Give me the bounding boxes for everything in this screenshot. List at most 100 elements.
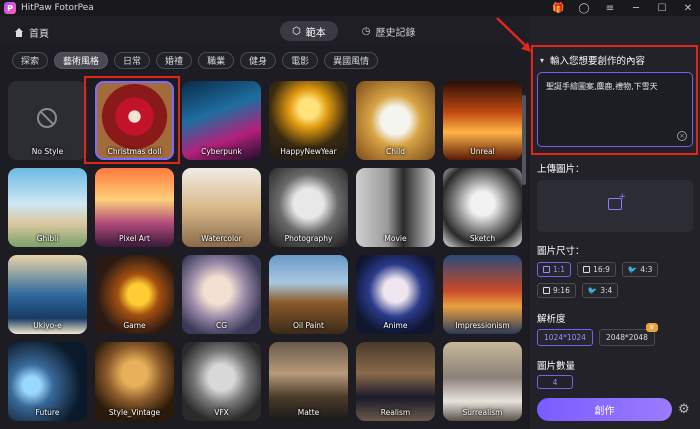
style-card-label: Surrealism <box>462 408 503 417</box>
no-style-icon <box>37 108 57 128</box>
style-card-label: Photography <box>284 234 333 243</box>
window-controls: 🎁 ◯ ≡ ─ ☐ ✕ <box>552 0 694 16</box>
prompt-textarea[interactable]: 聖誕手繪圖案,麋鹿,禮物,下雪天 × <box>537 72 693 147</box>
style-card-label: Game <box>123 321 146 330</box>
style-card[interactable]: Future <box>8 342 87 421</box>
style-card[interactable]: Matte <box>269 342 348 421</box>
ratio-label: 1:1 <box>553 265 566 274</box>
style-card-label: Watercolor <box>201 234 242 243</box>
style-card[interactable]: Photography <box>269 168 348 247</box>
style-card[interactable]: CG <box>182 255 261 334</box>
chip-daily[interactable]: 日常 <box>114 52 151 69</box>
chip-fitness[interactable]: 健身 <box>240 52 277 69</box>
ratio-4-3[interactable]: 🐦 4:3 <box>621 262 659 277</box>
style-card-label: No Style <box>31 147 64 156</box>
chip-art-style[interactable]: 藝術風格 <box>54 52 109 69</box>
ratio-options: 1:1 16:9 🐦 4:3 9:16 🐦 3:4 <box>537 262 697 298</box>
chip-wedding[interactable]: 婚禮 <box>156 52 193 69</box>
landscape-icon <box>583 266 591 273</box>
style-card[interactable]: Watercolor <box>182 168 261 247</box>
create-button[interactable]: 創作 <box>537 398 672 421</box>
chevron-down-icon: ▾ <box>540 55 545 65</box>
resolution-2048[interactable]: 2048*2048 ♛ <box>598 323 658 346</box>
style-card[interactable]: Ukiyo-e <box>8 255 87 334</box>
tab-label: 範本 <box>305 27 326 39</box>
style-card[interactable]: Ghibli <box>8 168 87 247</box>
style-card-label: Ukiyo-e <box>33 321 62 330</box>
twitter-icon: 🐦 <box>627 265 638 274</box>
upload-image-area[interactable] <box>537 180 693 232</box>
style-card[interactable]: Cyberpunk <box>182 81 261 160</box>
chip-exotic[interactable]: 異國風情 <box>324 52 379 69</box>
gift-icon[interactable]: 🎁 <box>552 3 564 14</box>
style-card[interactable]: Style_Vintage <box>95 342 174 421</box>
style-card-label: Pixel Art <box>119 234 150 243</box>
minimize-icon[interactable]: ─ <box>630 3 642 14</box>
home-link[interactable]: 首頁 <box>14 25 49 40</box>
style-card[interactable]: Impressionism <box>443 255 522 334</box>
count-label: 圖片數量 <box>537 361 576 372</box>
style-card[interactable]: Pixel Art <box>95 168 174 247</box>
ratio-1-1[interactable]: 1:1 <box>537 262 572 277</box>
style-card[interactable]: Anime <box>356 255 435 334</box>
style-card-label: Oil Paint <box>292 321 324 330</box>
tab-label: 歷史記錄 <box>375 27 416 39</box>
tab-history[interactable]: ◷ 歷史記錄 <box>350 21 428 41</box>
ratio-label: 16:9 <box>593 265 610 274</box>
add-image-icon <box>608 192 626 210</box>
style-grid: No Style Christmas doll Cyberpunk HappyNewY… <box>8 81 522 421</box>
instagram-icon <box>543 287 550 294</box>
ratio-16-9[interactable]: 16:9 <box>577 262 616 277</box>
ratio-3-4[interactable]: 🐦 3:4 <box>581 283 619 298</box>
home-label: 首頁 <box>29 29 49 40</box>
main-tabs: ⬡ 範本 ◷ 歷史記錄 <box>280 21 427 41</box>
count-option-4[interactable]: 4 <box>537 375 573 389</box>
style-card-label: VFX <box>214 408 229 417</box>
style-card[interactable]: Surrealism <box>443 342 522 421</box>
chip-profession[interactable]: 職業 <box>198 52 235 69</box>
style-card[interactable]: Sketch <box>443 168 522 247</box>
style-card[interactable]: Realism <box>356 342 435 421</box>
header: 首頁 ⬡ 範本 ◷ 歷史記錄 <box>0 16 530 46</box>
style-card[interactable]: HappyNewYear <box>269 81 348 160</box>
gear-icon[interactable]: ⚙ <box>678 402 690 417</box>
ratio-9-16[interactable]: 9:16 <box>537 283 576 298</box>
twitter-icon: 🐦 <box>587 286 598 295</box>
size-label: 圖片尺寸： <box>537 246 585 257</box>
style-card-label: Realism <box>380 408 411 417</box>
style-category-chips: 探索 藝術風格 日常 婚禮 職業 健身 電影 異國風情 <box>12 52 379 69</box>
menu-icon[interactable]: ≡ <box>604 3 616 14</box>
style-card-label: Sketch <box>469 234 496 243</box>
title-bar: P HitPaw FotorPea 🎁 ◯ ≡ ─ ☐ ✕ <box>0 0 700 16</box>
style-card-label: Unreal <box>470 147 495 156</box>
square-icon <box>543 266 550 273</box>
style-card[interactable]: Oil Paint <box>269 255 348 334</box>
tab-templates[interactable]: ⬡ 範本 <box>280 21 338 41</box>
resolution-1024[interactable]: 1024*1024 <box>537 329 593 346</box>
resolution-label: 解析度 <box>537 314 566 325</box>
style-card-label: Ghibli <box>36 234 59 243</box>
style-card[interactable]: Child <box>356 81 435 160</box>
style-card[interactable]: Christmas doll <box>95 81 174 160</box>
chip-explore[interactable]: 探索 <box>12 52 49 69</box>
style-card-label: Style_Vintage <box>108 408 161 417</box>
resolution-options: 1024*1024 2048*2048 ♛ <box>537 323 658 346</box>
style-card-label: Future <box>35 408 60 417</box>
chip-movie[interactable]: 電影 <box>282 52 319 69</box>
account-icon[interactable]: ◯ <box>578 3 590 14</box>
app-logo-icon: P <box>4 2 16 14</box>
close-icon[interactable]: ✕ <box>682 3 694 14</box>
style-card[interactable]: Unreal <box>443 81 522 160</box>
style-card[interactable]: Game <box>95 255 174 334</box>
history-icon: ◷ <box>361 25 371 37</box>
style-card[interactable]: VFX <box>182 342 261 421</box>
maximize-icon[interactable]: ☐ <box>656 3 668 14</box>
upload-label: 上傳圖片： <box>537 164 585 175</box>
clear-icon[interactable]: × <box>677 131 687 141</box>
style-card-label: Cyberpunk <box>201 147 242 156</box>
grid-scrollbar-thumb[interactable] <box>522 95 526 185</box>
prompt-section-header[interactable]: ▾ 輸入您想要創作的內容 <box>540 53 645 68</box>
style-card[interactable]: Movie <box>356 168 435 247</box>
style-card[interactable]: No Style <box>8 81 87 160</box>
style-card-label: CG <box>215 321 228 330</box>
